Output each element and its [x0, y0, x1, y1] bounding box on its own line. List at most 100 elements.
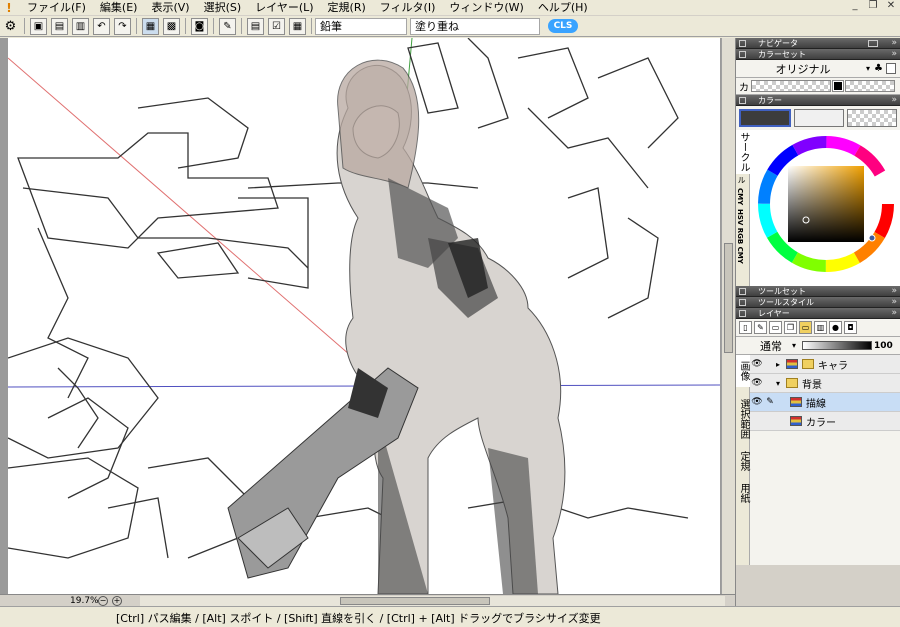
redo-icon[interactable]: ↷ — [114, 17, 131, 35]
color-panel-header[interactable]: カラー » — [736, 95, 900, 106]
trash-icon[interactable]: ▥ — [814, 321, 827, 334]
navigator-panel-header[interactable]: ナビゲータ » — [736, 38, 900, 49]
tab-selection[interactable]: 選択範囲 — [736, 387, 751, 445]
transparent-swatch-strip[interactable] — [751, 80, 831, 92]
layer-blend-mode[interactable]: 通常 — [740, 338, 792, 354]
menu-ruler[interactable]: 定規(R) — [321, 0, 373, 16]
tab-cmy[interactable]: CMY — [736, 186, 744, 207]
menu-view[interactable]: 表示(V) — [144, 0, 196, 16]
horizontal-scrollbar[interactable] — [140, 596, 725, 606]
panel-grip-icon — [739, 40, 746, 47]
save-icon[interactable]: ▥ — [72, 17, 89, 35]
new-raster-layer-icon[interactable]: ▯ — [739, 321, 752, 334]
status-text: [Ctrl] パス編集 / [Alt] スポイト / [Shift] 直線を引く… — [116, 612, 601, 625]
expand-arrow-icon[interactable]: ▾ — [776, 379, 786, 388]
black-swatch[interactable] — [832, 80, 844, 92]
grid-icon[interactable]: ▦ — [142, 17, 159, 35]
menu-filter[interactable]: フィルタ(I) — [373, 0, 443, 16]
check-icon[interactable]: ☑ — [268, 17, 285, 35]
transparent-swatch-strip-2[interactable] — [845, 80, 895, 92]
foreground-color-swatch[interactable] — [739, 109, 791, 127]
new-canvas-icon[interactable]: ▣ — [30, 17, 47, 35]
layer-panel-icon[interactable]: ▤ — [247, 17, 264, 35]
command-toolbar: ⚙ ▣ ▤ ▥ ↶ ↷ ▦ ▩ ◙ ✎ ▤ ☑ ▦ 鉛筆 塗り重ね CLS — [0, 16, 900, 37]
panel-grip-icon — [739, 310, 746, 317]
blend-mode-field[interactable]: 塗り重ね — [410, 17, 540, 35]
toolbar-separator — [213, 18, 214, 34]
open-icon[interactable]: ▤ — [51, 17, 68, 35]
close-icon[interactable]: ✕ — [884, 0, 898, 14]
layer-row-lineart[interactable]: 👁 ✎ 描線 — [750, 393, 900, 412]
layer-row-color[interactable]: カラー — [750, 412, 900, 431]
tab-circle[interactable]: サークル — [736, 130, 751, 174]
copy-layer-icon[interactable]: ❐ — [784, 321, 797, 334]
tool-set-panel-header[interactable]: ツールセット » — [736, 286, 900, 297]
new-vector-layer-icon[interactable]: ✎ — [754, 321, 767, 334]
opacity-value[interactable]: 100 — [874, 341, 893, 351]
new-folder-icon[interactable]: ▭ — [799, 321, 812, 334]
vertical-scrollbar[interactable] — [721, 38, 735, 594]
tab-paper[interactable]: 用紙 — [736, 477, 751, 509]
menu-layer[interactable]: レイヤー(L) — [248, 0, 320, 16]
tab-ruler[interactable]: 定規 — [736, 445, 751, 477]
tool-name-field[interactable]: 鉛筆 — [315, 17, 407, 35]
tool-style-panel-header[interactable]: ツールスタイル » — [736, 297, 900, 308]
new-page-icon[interactable] — [886, 63, 896, 74]
menu-help[interactable]: ヘルプ(H) — [531, 0, 595, 16]
eye-icon[interactable]: 👁 — [750, 359, 764, 369]
horizontal-scroll-thumb[interactable] — [340, 597, 490, 605]
lock-alpha-icon[interactable]: ◘ — [844, 321, 857, 334]
vertical-scroll-thumb[interactable] — [724, 243, 733, 353]
pen-edit-icon[interactable]: ✎ — [764, 397, 776, 407]
color-set-panel-header[interactable]: カラーセット » — [736, 49, 900, 60]
layer-row-chara[interactable]: 👁 ▸ キャラ — [750, 355, 900, 374]
gear-icon[interactable]: ⚙ — [2, 18, 19, 35]
undo-icon[interactable]: ↶ — [93, 17, 110, 35]
lock-icon[interactable]: ● — [829, 321, 842, 334]
drawing-canvas[interactable] — [8, 38, 720, 594]
zoom-level[interactable]: 19.7% — [70, 596, 99, 606]
color-set-swatch-row: カ — [736, 78, 900, 95]
color-set-selector[interactable]: オリジナル ▾ ♣ — [736, 60, 900, 78]
menu-window[interactable]: ウィンドウ(W) — [442, 0, 530, 16]
background-color-swatch[interactable] — [794, 109, 844, 127]
eye-icon[interactable]: 👁 — [750, 397, 764, 407]
zoom-out-icon[interactable]: − — [98, 595, 108, 606]
menu-file[interactable]: ファイル(F) — [20, 0, 93, 16]
layer-thumb-icon — [786, 359, 798, 369]
palette-icon[interactable]: ♣ — [874, 63, 883, 74]
menu-edit[interactable]: 編集(E) — [93, 0, 145, 16]
folder-icon — [802, 359, 814, 369]
expand-chevron-icon[interactable]: » — [891, 49, 897, 60]
expand-chevron-icon[interactable]: » — [891, 297, 897, 308]
new-layer-icon[interactable]: ▭ — [769, 321, 782, 334]
tab-image[interactable]: 画像 — [736, 355, 751, 387]
blend-dropdown-icon[interactable]: ▾ — [792, 341, 796, 350]
tab-short[interactable]: ル — [736, 174, 747, 186]
tab-hsv-rgb-cmy[interactable]: HSV RGB CMY — [736, 207, 744, 266]
panel-minimize-icon[interactable] — [868, 40, 878, 47]
expand-chevron-icon[interactable]: » — [891, 38, 897, 49]
layer-blend-row: 通常 ▾ 100 — [736, 337, 900, 355]
eye-icon[interactable]: 👁 — [750, 378, 764, 388]
expand-chevron-icon[interactable]: » — [891, 95, 897, 106]
color-set-name[interactable]: オリジナル — [740, 61, 866, 77]
expand-chevron-icon[interactable]: » — [891, 286, 897, 297]
opacity-slider[interactable] — [802, 341, 873, 350]
minimize-icon[interactable]: _ — [848, 0, 862, 14]
zoom-in-icon[interactable]: + — [112, 595, 122, 606]
pen-icon[interactable]: ✎ — [219, 17, 236, 35]
right-panel-column: ナビゲータ » カラーセット » オリジナル ▾ ♣ カ カラー » サークル … — [735, 38, 900, 606]
restore-icon[interactable]: ❐ — [866, 0, 880, 14]
color-wheel[interactable] — [756, 134, 896, 274]
layer-row-background[interactable]: 👁 ▾ 背景 — [750, 374, 900, 393]
transparent-color-swatch[interactable] — [847, 109, 897, 127]
camera-icon[interactable]: ◙ — [191, 17, 208, 35]
expand-chevron-icon[interactable]: » — [891, 308, 897, 319]
menu-select[interactable]: 選択(S) — [197, 0, 249, 16]
layer-panel-header[interactable]: レイヤー » — [736, 308, 900, 319]
dropdown-icon[interactable]: ▾ — [866, 64, 870, 73]
color-palette-icon[interactable]: ▦ — [289, 17, 306, 35]
expand-arrow-icon[interactable]: ▸ — [776, 360, 786, 369]
ruler-grid-icon[interactable]: ▩ — [163, 17, 180, 35]
